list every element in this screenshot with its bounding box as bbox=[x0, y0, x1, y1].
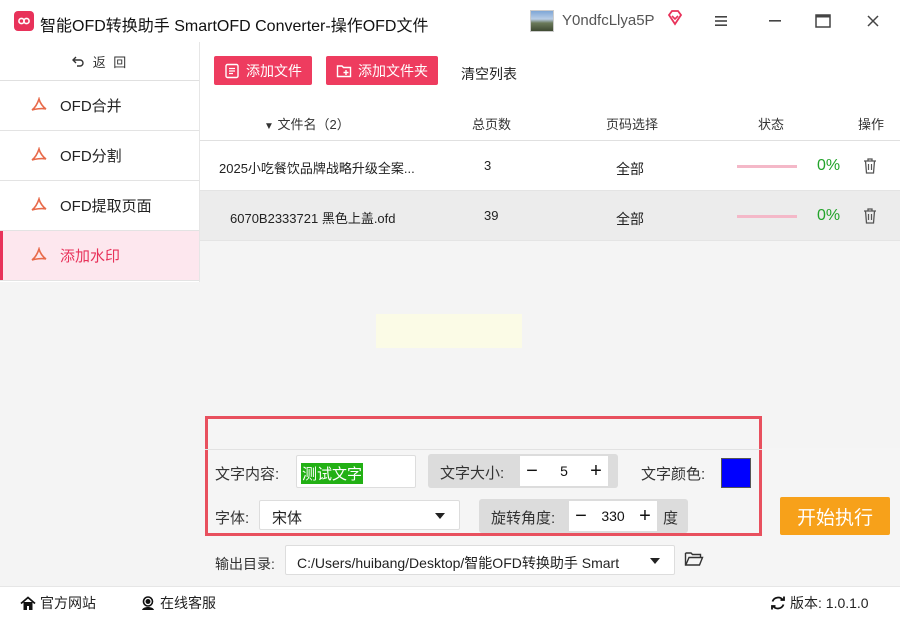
file-name: 6070B2333721 黑色上盖.ofd bbox=[230, 211, 396, 226]
official-site-link[interactable]: 官方网站 bbox=[20, 593, 96, 613]
watermark-text-input[interactable]: 测试文字 bbox=[296, 455, 416, 488]
watermark-preview bbox=[376, 314, 522, 348]
back-label: 返 回 bbox=[92, 54, 129, 70]
delete-icon[interactable] bbox=[862, 207, 878, 225]
add-file-button[interactable]: 添加文件 bbox=[214, 56, 312, 85]
font-size-label: 文字大小: bbox=[440, 465, 505, 482]
watermark-settings-panel: 文字内容: 测试文字 文字大小: − 5 + 文字颜色: 字体: 宋体 旋转角度… bbox=[205, 416, 762, 536]
sort-down-icon: ▼ bbox=[264, 121, 274, 132]
add-file-icon bbox=[225, 63, 239, 78]
table-row[interactable]: 2025小吃餐饮品牌战略升级全案... 3 全部 0% bbox=[200, 141, 900, 191]
progress-percent: 0% bbox=[817, 157, 841, 174]
page-count: 39 bbox=[484, 208, 499, 223]
file-name: 2025小吃餐饮品牌战略升级全案... bbox=[219, 161, 415, 176]
font-label: 字体: bbox=[215, 510, 250, 527]
add-folder-icon bbox=[336, 64, 352, 77]
decrease-size-button[interactable]: − bbox=[520, 456, 544, 486]
decrease-rotation-button[interactable]: − bbox=[569, 501, 593, 531]
table-row[interactable]: 6070B2333721 黑色上盖.ofd 39 全部 0% bbox=[200, 191, 900, 241]
version-info[interactable]: 版本: 1.0.1.0 bbox=[770, 593, 869, 613]
font-select[interactable]: 宋体 bbox=[259, 500, 460, 530]
page-range-select[interactable]: 全部 bbox=[616, 159, 644, 179]
divider bbox=[205, 449, 762, 450]
add-folder-button[interactable]: 添加文件夹 bbox=[326, 56, 438, 85]
sidebar-item-add-watermark[interactable]: 添加水印 bbox=[0, 231, 199, 281]
output-dir-value: C:/Users/huibang/Desktop/智能OFD转换助手 Smart bbox=[297, 555, 620, 571]
main-panel: 添加文件 添加文件夹 清空列表 ▼ 文件名（2） 总页数 页码选择 状态 操作 … bbox=[200, 42, 900, 586]
close-icon[interactable] bbox=[860, 8, 886, 34]
delete-icon[interactable] bbox=[862, 157, 878, 175]
increase-size-button[interactable]: + bbox=[584, 456, 608, 486]
online-service-link[interactable]: 在线客服 bbox=[140, 593, 216, 613]
start-button[interactable]: 开始执行 bbox=[780, 497, 890, 535]
sidebar-item-ofd-split[interactable]: OFD分割 bbox=[0, 131, 199, 181]
title-bar: 智能OFD转换助手 SmartOFD Converter-操作OFD文件 Y0n… bbox=[0, 0, 900, 42]
text-content-label: 文字内容: bbox=[215, 466, 280, 483]
output-dir-select[interactable]: C:/Users/huibang/Desktop/智能OFD转换助手 Smart bbox=[285, 545, 675, 575]
app-logo-icon bbox=[14, 11, 34, 31]
back-button[interactable]: 返 回 bbox=[0, 42, 199, 81]
page-count: 3 bbox=[484, 158, 492, 173]
column-header-pages: 总页数 bbox=[472, 117, 512, 132]
user-avatar[interactable] bbox=[530, 10, 554, 32]
column-header-status: 状态 bbox=[758, 117, 785, 132]
customer-service-icon bbox=[142, 596, 154, 610]
add-file-label: 添加文件 bbox=[246, 62, 302, 79]
pdf-icon bbox=[31, 96, 47, 111]
chevron-down-icon bbox=[435, 513, 445, 519]
pdf-icon bbox=[31, 196, 47, 211]
sidebar-item-label: 添加水印 bbox=[60, 248, 121, 265]
rotation-label: 旋转角度: bbox=[491, 510, 556, 527]
progress-bar bbox=[737, 215, 797, 218]
clear-list-button[interactable]: 清空列表 bbox=[461, 64, 517, 84]
minimize-icon[interactable] bbox=[762, 8, 788, 34]
sidebar-item-label: OFD分割 bbox=[60, 148, 122, 165]
user-name[interactable]: Y0ndfcLlya5P bbox=[562, 12, 655, 29]
window-title: 智能OFD转换助手 SmartOFD Converter-操作OFD文件 bbox=[40, 18, 429, 35]
file-table-header: ▼ 文件名（2） 总页数 页码选择 状态 操作 bbox=[200, 100, 900, 141]
page-range-select[interactable]: 全部 bbox=[616, 209, 644, 229]
font-select-value: 宋体 bbox=[272, 510, 303, 527]
text-color-label: 文字颜色: bbox=[641, 466, 706, 483]
sidebar-item-label: OFD合并 bbox=[60, 98, 122, 115]
rotation-value[interactable]: 330 bbox=[593, 508, 633, 524]
status-bar: 官方网站 在线客服 版本: 1.0.1.0 bbox=[0, 586, 900, 617]
toolbar: 添加文件 添加文件夹 清空列表 bbox=[200, 42, 900, 100]
pdf-icon bbox=[31, 246, 47, 261]
rotation-control: 旋转角度: − 330 + 度 bbox=[479, 499, 688, 533]
open-folder-icon[interactable] bbox=[684, 551, 704, 567]
font-size-control: 文字大小: − 5 + bbox=[428, 454, 618, 488]
font-size-value[interactable]: 5 bbox=[544, 463, 584, 479]
sidebar-item-label: OFD提取页面 bbox=[60, 198, 152, 215]
rotation-unit: 度 bbox=[663, 510, 679, 527]
column-header-op: 操作 bbox=[858, 117, 885, 132]
progress-bar bbox=[737, 165, 797, 168]
sidebar-item-ofd-extract[interactable]: OFD提取页面 bbox=[0, 181, 199, 231]
menu-icon[interactable] bbox=[708, 8, 734, 34]
home-icon bbox=[20, 595, 36, 610]
font-size-stepper[interactable]: − 5 + bbox=[520, 456, 608, 486]
refresh-icon bbox=[771, 596, 785, 610]
watermark-text-value: 测试文字 bbox=[301, 463, 364, 484]
sidebar-empty-area bbox=[0, 282, 200, 586]
column-header-range: 页码选择 bbox=[606, 117, 659, 132]
progress-percent: 0% bbox=[817, 207, 841, 224]
pdf-icon bbox=[31, 146, 47, 161]
chevron-down-icon bbox=[650, 558, 660, 564]
sidebar-item-ofd-merge[interactable]: OFD合并 bbox=[0, 81, 199, 131]
back-arrow-icon bbox=[71, 56, 84, 67]
output-dir-label: 输出目录: bbox=[215, 556, 275, 572]
increase-rotation-button[interactable]: + bbox=[633, 501, 657, 531]
rotation-stepper[interactable]: − 330 + bbox=[569, 501, 657, 531]
maximize-icon[interactable] bbox=[810, 8, 836, 34]
text-color-swatch[interactable] bbox=[721, 458, 751, 488]
vip-diamond-icon[interactable] bbox=[666, 9, 684, 27]
sidebar: 返 回 OFD合并 OFD分割 OFD提取页面 添加水印 bbox=[0, 42, 200, 586]
column-header-name[interactable]: ▼ 文件名（2） bbox=[264, 114, 350, 133]
add-folder-label: 添加文件夹 bbox=[358, 62, 428, 79]
